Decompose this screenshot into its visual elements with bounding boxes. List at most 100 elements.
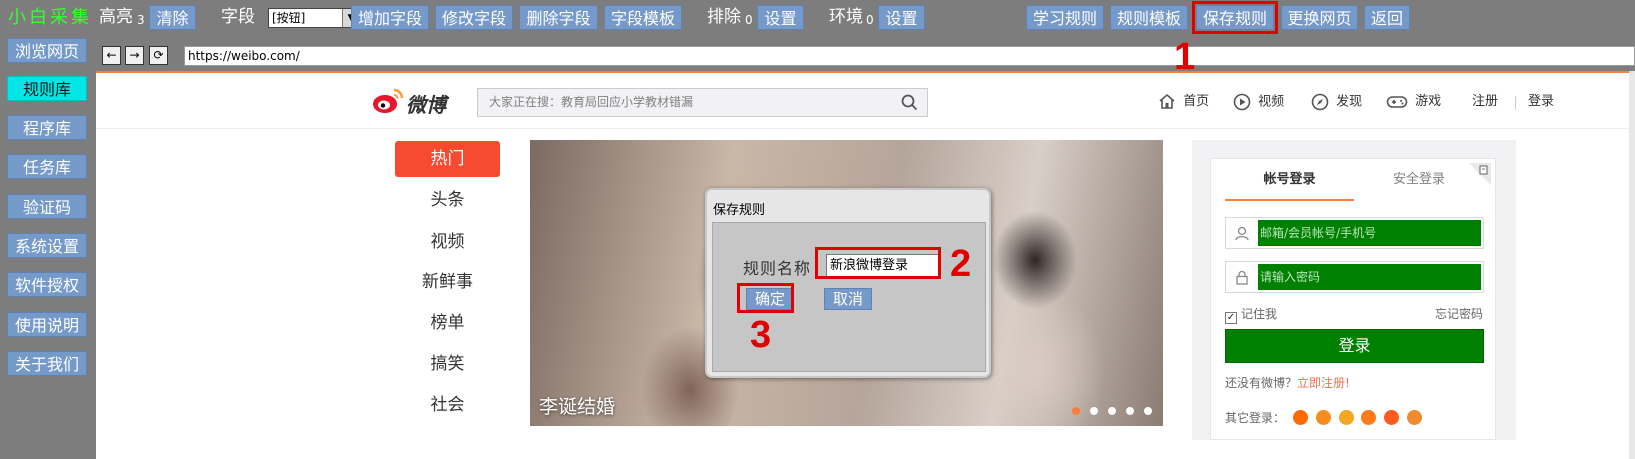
save-rule-button[interactable]: 保存规则 [1192, 1, 1278, 34]
login-panel: 帐号登录 安全登录 邮箱/会员帐号/手机号 请输入密码 ✓ 记住我 忘记密码 登录… [1192, 140, 1516, 440]
nav-game[interactable]: 游戏 [1386, 93, 1441, 113]
nav-login-link[interactable]: 登录 [1528, 93, 1554, 113]
clear-button[interactable]: 清除 [149, 5, 196, 30]
sidebar-item-rules[interactable]: 规则库 [7, 76, 87, 101]
forward-arrow-icon[interactable]: → [125, 46, 144, 65]
rule-name-label: 规则名称 [743, 259, 812, 278]
nav-video[interactable]: 视频 [1233, 93, 1284, 113]
back-arrow-icon[interactable]: ← [102, 46, 121, 65]
password-field[interactable]: 请输入密码 [1225, 261, 1484, 293]
compass-icon [1311, 93, 1329, 111]
exclude-label: 排除 [707, 7, 741, 27]
sidebar-item-captcha[interactable]: 验证码 [7, 194, 87, 219]
refresh-icon[interactable]: ⟳ [149, 46, 168, 65]
alipay-icon[interactable] [1338, 410, 1354, 425]
tianyi-icon[interactable] [1406, 410, 1422, 425]
carousel-dot[interactable] [1108, 407, 1116, 415]
sidebar-item-tasks[interactable]: 任务库 [7, 154, 87, 179]
weibo-logo[interactable]: 微博 [372, 87, 446, 117]
nav-game-label: 游戏 [1415, 94, 1442, 109]
weixin-icon[interactable] [1361, 410, 1377, 425]
annotation-step-1: 1 [1174, 36, 1196, 78]
search-placeholder: 大家正在搜：教育局回应小学教材错漏 [489, 95, 694, 109]
main-toolbar: 小白采集 高亮 3 清除 字段 [按钮] ▼ 增加字段 修改字段 删除字段 字段… [0, 0, 1635, 34]
change-page-button[interactable]: 更换网页 [1281, 5, 1358, 30]
category-ranking[interactable]: 榜单 [395, 305, 500, 341]
rule-template-button[interactable]: 规则模板 [1110, 5, 1188, 30]
lock-icon [1236, 270, 1248, 285]
annotation-step-2: 2 [950, 243, 972, 285]
exclude-settings-button[interactable]: 设置 [757, 5, 804, 30]
vertical-scrollbar[interactable] [1629, 71, 1635, 459]
tab-secure-login[interactable]: 安全登录 [1354, 159, 1484, 201]
sidebar-item-about[interactable]: 关于我们 [7, 351, 87, 376]
category-hot[interactable]: 热门 [395, 141, 500, 177]
carousel-dot[interactable] [1144, 407, 1152, 415]
sidebar-item-license[interactable]: 软件授权 [7, 272, 87, 297]
nav-discover-label: 发现 [1336, 94, 1363, 110]
baidu-icon[interactable] [1384, 410, 1400, 425]
sidebar-item-manual[interactable]: 使用说明 [7, 312, 87, 337]
register-line: 还没有微博？立即注册! [1225, 374, 1350, 391]
remember-checkbox[interactable]: ✓ [1225, 312, 1237, 324]
password-placeholder: 请输入密码 [1258, 264, 1481, 290]
carousel-dot[interactable] [1090, 407, 1098, 415]
remember-me[interactable]: ✓ 记住我 [1225, 305, 1277, 324]
nav-discover[interactable]: 发现 [1311, 93, 1362, 113]
add-field-button[interactable]: 增加字段 [351, 5, 429, 30]
category-society[interactable]: 社会 [395, 387, 500, 423]
env-label: 环境 [829, 7, 863, 27]
category-fresh[interactable]: 新鲜事 [395, 264, 500, 300]
field-select-value: [按钮] [272, 11, 306, 25]
sidebar: 浏览网页 规则库 程序库 任务库 验证码 系统设置 软件授权 使用说明 关于我们 [0, 34, 96, 459]
tab-account-login[interactable]: 帐号登录 [1225, 159, 1354, 201]
gamepad-icon [1386, 95, 1408, 108]
back-button[interactable]: 返回 [1364, 5, 1410, 30]
app-title: 小白采集 [8, 7, 92, 28]
forgot-password-link[interactable]: 忘记密码 [1435, 305, 1483, 322]
category-headlines[interactable]: 头条 [395, 182, 500, 218]
exclude-count: 0 [745, 13, 753, 27]
learn-rule-button[interactable]: 学习规则 [1026, 5, 1104, 30]
banner-caption: 李诞结婚 [539, 396, 616, 418]
sidebar-item-settings[interactable]: 系统设置 [7, 233, 87, 258]
username-placeholder: 邮箱/会员帐号/手机号 [1258, 220, 1481, 246]
highlight-count: 3 [137, 13, 145, 27]
annotation-step-3: 3 [750, 314, 772, 356]
field-label: 字段 [221, 7, 255, 27]
weibo-login-button[interactable]: 登录 [1225, 329, 1484, 363]
field-select[interactable]: [按钮] ▼ [268, 8, 360, 28]
field-template-button[interactable]: 字段模板 [604, 5, 682, 30]
user-icon [1235, 226, 1249, 241]
taobao-icon[interactable] [1292, 410, 1308, 425]
carousel-dot[interactable] [1072, 407, 1080, 415]
sidebar-item-programs[interactable]: 程序库 [7, 115, 87, 140]
no-account-text: 还没有微博？ [1225, 376, 1298, 390]
nav-home[interactable]: 首页 [1158, 93, 1209, 113]
play-icon [1233, 93, 1251, 111]
weibo-logo-icon [373, 88, 404, 113]
url-input[interactable]: https://weibo.com/ [184, 46, 1635, 66]
weibo-search-input[interactable]: 大家正在搜：教育局回应小学教材错漏 [477, 88, 928, 117]
category-video[interactable]: 视频 [395, 224, 500, 260]
qq-icon[interactable] [1315, 410, 1331, 425]
nav-home-label: 首页 [1183, 94, 1210, 109]
env-count: 0 [866, 13, 874, 27]
register-now-link[interactable]: 立即注册! [1297, 376, 1350, 390]
username-field[interactable]: 邮箱/会员帐号/手机号 [1225, 217, 1484, 249]
delete-field-button[interactable]: 删除字段 [519, 5, 598, 30]
annotation-box-rule-name [815, 247, 941, 279]
highlight-label: 高亮 [99, 7, 133, 27]
weibo-logo-text: 微博 [406, 93, 446, 117]
carousel-dot[interactable] [1126, 407, 1134, 415]
login-box: 帐号登录 安全登录 邮箱/会员帐号/手机号 请输入密码 ✓ 记住我 忘记密码 登录… [1210, 158, 1496, 440]
sidebar-item-browse[interactable]: 浏览网页 [7, 38, 87, 63]
other-login-label: 其它登录： [1225, 411, 1286, 425]
annotation-box-ok [737, 283, 794, 313]
env-settings-button[interactable]: 设置 [878, 5, 925, 30]
search-icon[interactable] [901, 94, 918, 111]
nav-register-link[interactable]: 注册 [1472, 93, 1498, 113]
cancel-button[interactable]: 取消 [824, 288, 872, 310]
edit-field-button[interactable]: 修改字段 [435, 5, 513, 30]
category-funny[interactable]: 搞笑 [395, 346, 500, 382]
